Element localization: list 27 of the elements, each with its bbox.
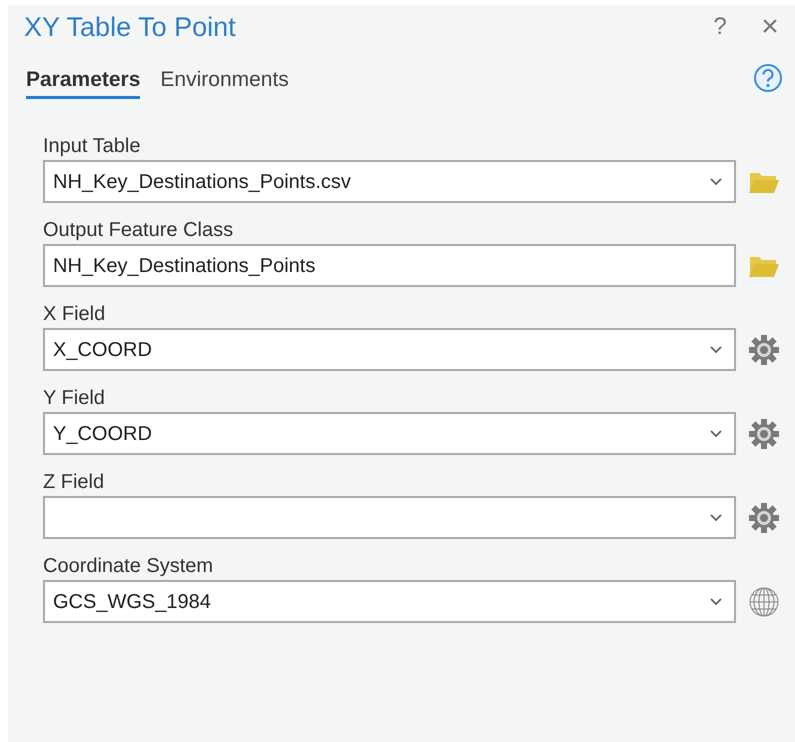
- help-button[interactable]: ?: [705, 9, 735, 45]
- field-label: Y Field: [43, 386, 106, 411]
- settings-icon[interactable]: [748, 502, 780, 534]
- field-label: Output Feature Class: [43, 218, 234, 243]
- dropdown-caret-icon: [710, 430, 722, 438]
- dropdown-field[interactable]: NH_Key_Destinations_Points.csv: [43, 160, 736, 203]
- tab[interactable]: Environments: [160, 64, 289, 99]
- field-label: X Field: [43, 302, 106, 327]
- field-label: Input Table: [43, 134, 142, 159]
- globe-icon[interactable]: [748, 586, 780, 618]
- dropdown-field[interactable]: X_COORD: [43, 328, 736, 371]
- input-field[interactable]: NH_Key_Destinations_Points: [43, 244, 736, 287]
- field-label: Coordinate System: [43, 554, 214, 579]
- settings-icon[interactable]: [748, 418, 780, 450]
- dropdown-caret-icon: [710, 598, 722, 606]
- dropdown-caret-icon: [710, 178, 722, 186]
- close-button[interactable]: ×: [755, 12, 785, 42]
- dropdown-caret-icon: [710, 514, 722, 522]
- dropdown-field[interactable]: GCS_WGS_1984: [43, 580, 736, 623]
- window-title: XY Table To Point: [24, 10, 237, 44]
- dropdown-field[interactable]: Y_COORD: [43, 412, 736, 455]
- field-label: Z Field: [43, 470, 106, 495]
- dropdown-field[interactable]: [43, 496, 736, 539]
- help-icon[interactable]: [753, 63, 783, 93]
- settings-icon[interactable]: [748, 334, 780, 366]
- tab[interactable]: Parameters: [26, 64, 140, 99]
- dropdown-caret-icon: [710, 346, 722, 354]
